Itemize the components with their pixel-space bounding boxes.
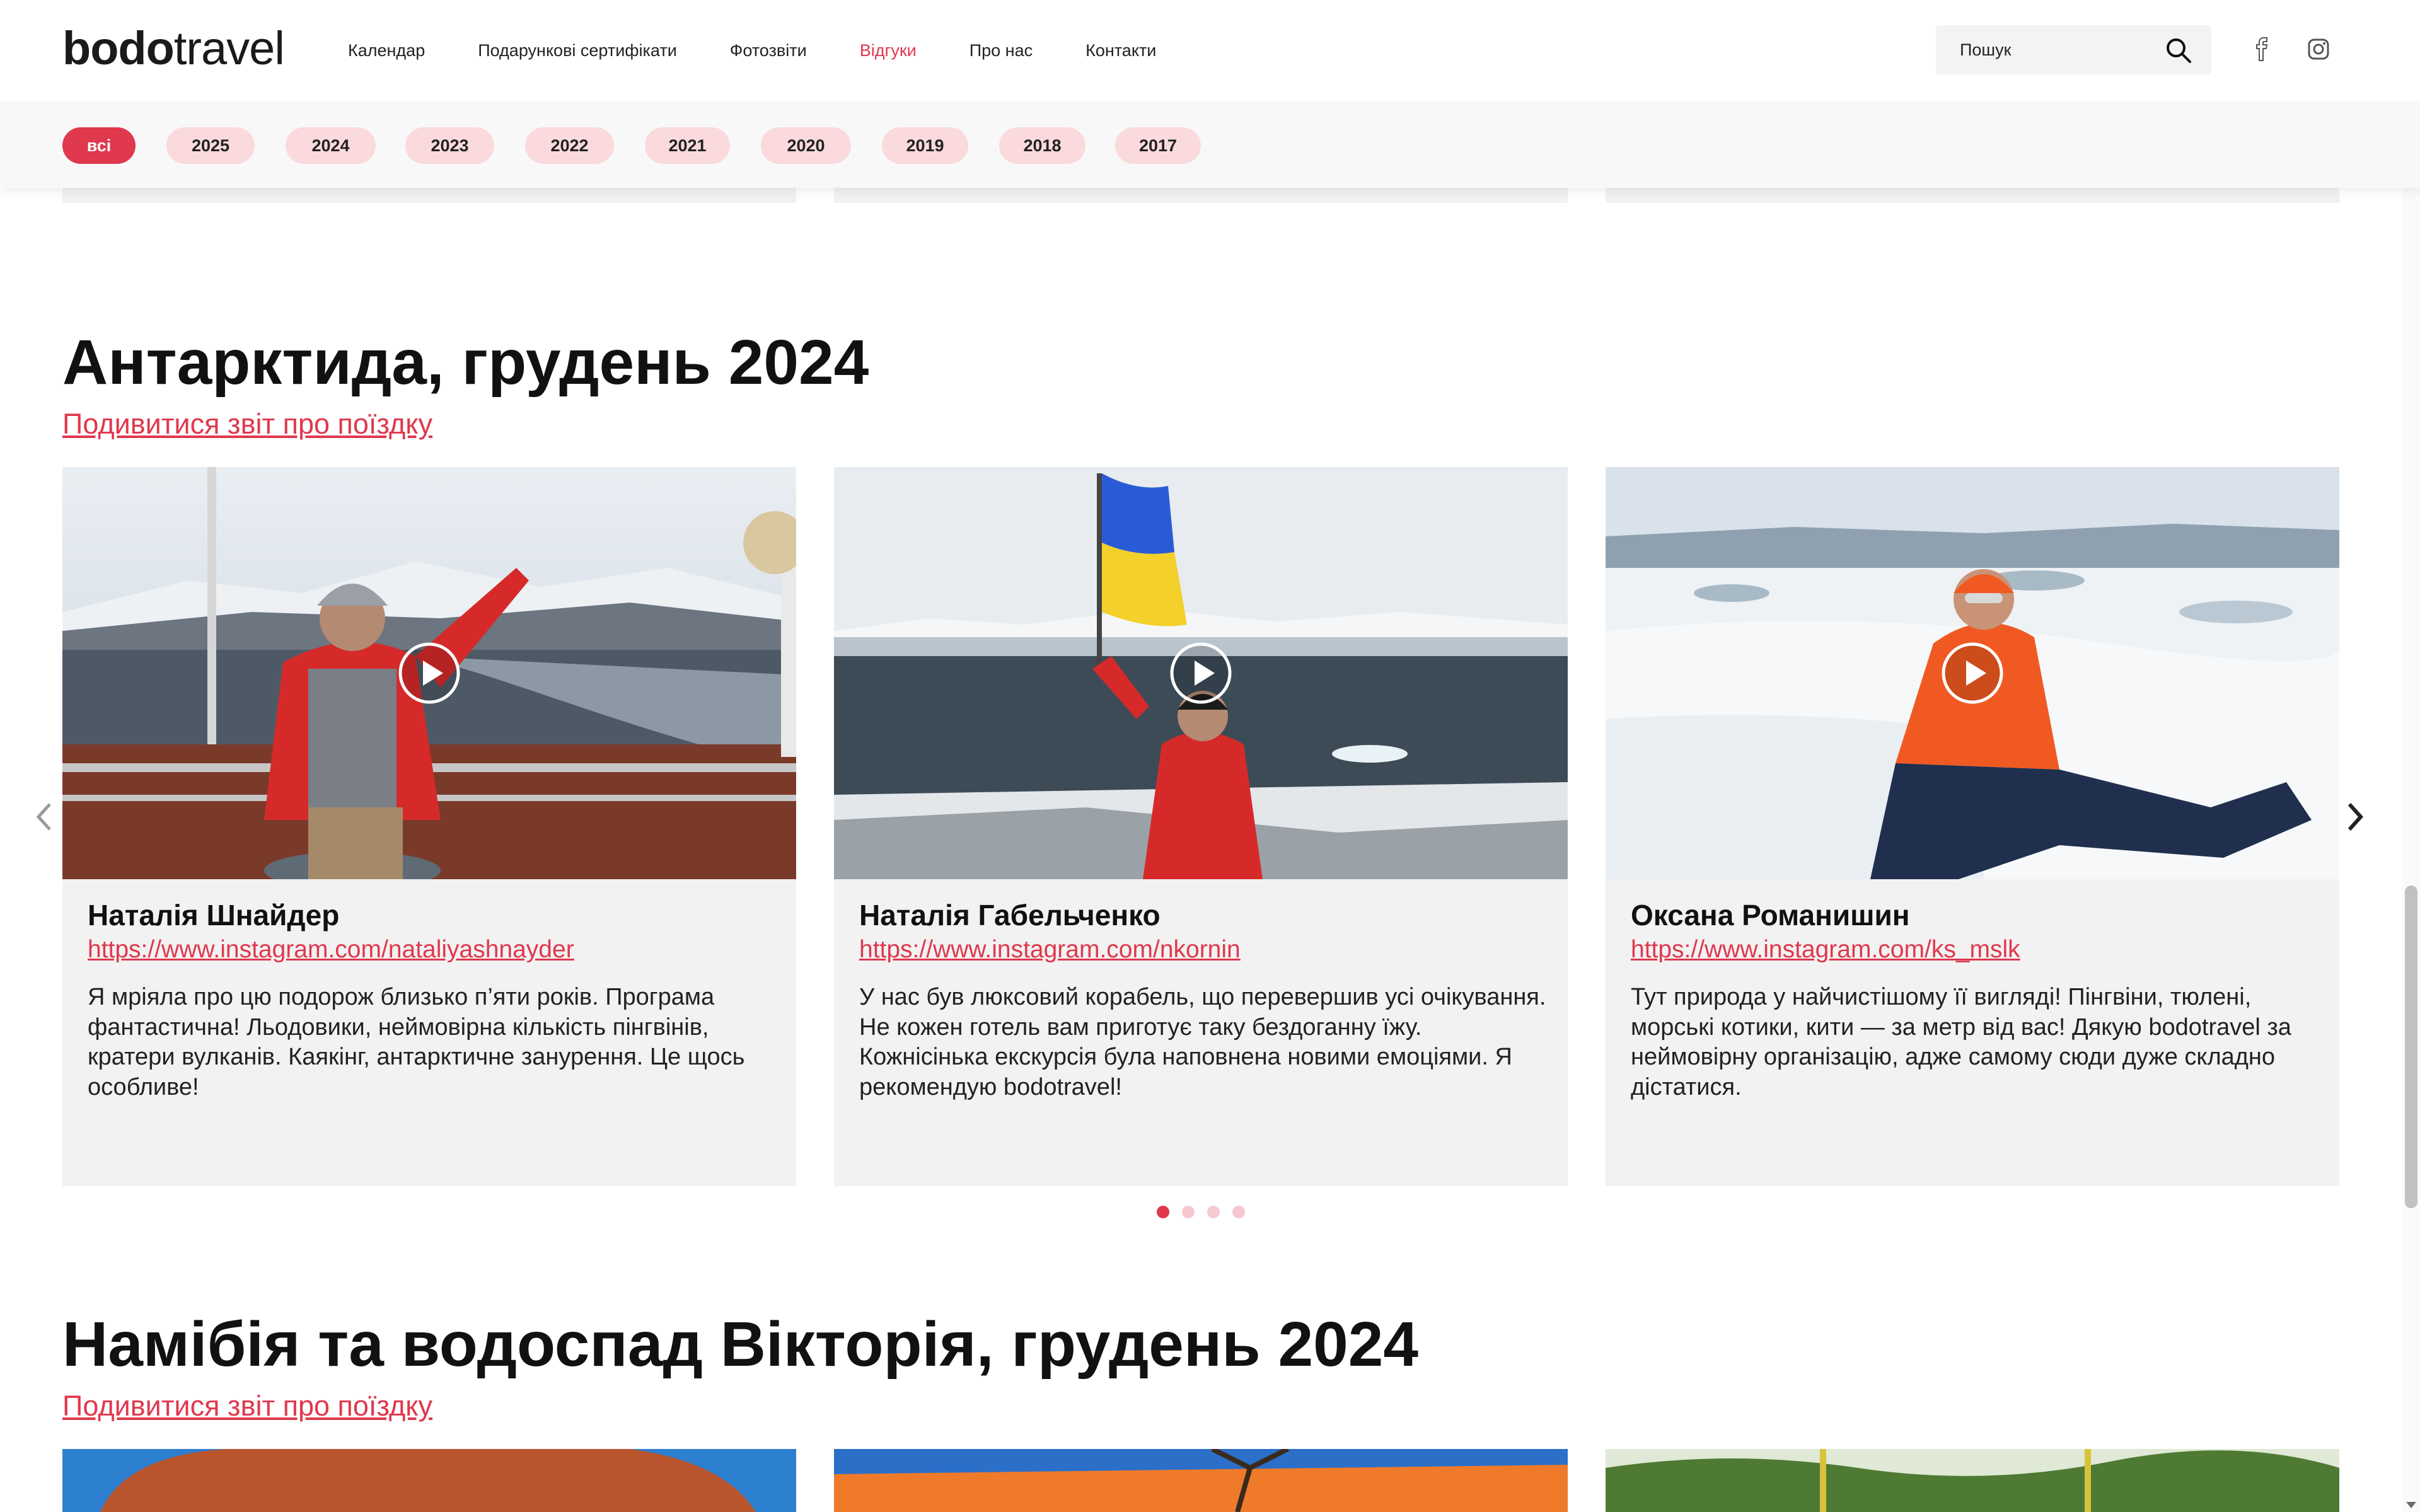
trip-report-link[interactable]: Подивитися звіт про поїздку	[62, 407, 432, 442]
review-text: Я мріяла про цю подорож близько п’яти ро…	[88, 984, 745, 1100]
nav-about[interactable]: Про нас	[970, 37, 1033, 64]
previous-card-edge	[1606, 188, 2339, 203]
review-photo[interactable]	[834, 1449, 1568, 1512]
slider-dot[interactable]	[1157, 1206, 1169, 1218]
filter-2025[interactable]: 2025	[166, 127, 255, 164]
filter-2017[interactable]: 2017	[1115, 127, 1201, 164]
filter-all[interactable]: всі	[62, 127, 136, 164]
play-icon[interactable]	[1169, 642, 1232, 705]
review-card: Оксана Романишин https://www.instagram.c…	[1606, 467, 2339, 1186]
reviewer-name: Наталія Шнайдер	[88, 899, 340, 932]
main-nav: Календар Подарункові сертифікати Фотозві…	[348, 37, 1156, 64]
slider-next-arrow[interactable]	[2342, 798, 2367, 836]
filter-2020[interactable]: 2020	[761, 127, 851, 164]
slider-dot[interactable]	[1182, 1206, 1195, 1218]
nav-contacts[interactable]: Контакти	[1086, 37, 1156, 64]
reviewer-name: Наталія Габельченко	[859, 899, 1161, 932]
slider-dot[interactable]	[1232, 1206, 1245, 1218]
reviewer-name: Оксана Романишин	[1631, 899, 1910, 932]
review-text: У нас був люксовий корабель, що переверш…	[859, 984, 1546, 1100]
previous-card-edge	[834, 188, 1568, 203]
review-card: Наталія Габельченко https://www.instagra…	[834, 467, 1568, 1186]
reviewer-instagram-link[interactable]: https://www.instagram.com/nataliyashnayd…	[88, 935, 574, 965]
play-icon[interactable]	[1941, 642, 2004, 705]
review-card: Наталія Шнайдер https://www.instagram.co…	[62, 467, 796, 1186]
previous-card-edge	[62, 188, 796, 203]
nav-reviews[interactable]: Відгуки	[860, 37, 917, 64]
slider-dot[interactable]	[1207, 1206, 1220, 1218]
trip-report-link[interactable]: Подивитися звіт про поїздку	[62, 1388, 432, 1424]
filter-2022[interactable]: 2022	[525, 127, 614, 164]
nav-gift-certificates[interactable]: Подарункові сертифікати	[478, 37, 677, 64]
play-icon[interactable]	[398, 642, 461, 705]
reviewer-instagram-link[interactable]: https://www.instagram.com/ks_mslk	[1631, 935, 2020, 965]
scrollbar-track[interactable]	[2402, 0, 2420, 1512]
nav-photo-reports[interactable]: Фотозвіти	[730, 37, 807, 64]
site-header: bodotravel Календар Подарункові сертифік…	[0, 0, 2420, 101]
slider-pagination	[1157, 1206, 1245, 1218]
reviewer-instagram-link[interactable]: https://www.instagram.com/nkornin	[859, 935, 1241, 965]
filter-2024[interactable]: 2024	[286, 127, 376, 164]
logo[interactable]: bodotravel	[62, 20, 285, 77]
filter-2023[interactable]: 2023	[405, 127, 494, 164]
review-text: Тут природа у найчистішому її вигляді! П…	[1631, 984, 2291, 1100]
slider-prev-arrow[interactable]	[32, 798, 57, 836]
section-title: Намібія та водоспад Вікторія, грудень 20…	[62, 1309, 1419, 1380]
year-filter-bar: всі 2025 2024 2023 2022 2021 2020 2019 2…	[0, 101, 2420, 188]
search-input[interactable]	[1959, 35, 2163, 64]
scrollbar-thumb[interactable]	[2405, 886, 2417, 1208]
search-box	[1936, 25, 2211, 74]
filter-2018[interactable]: 2018	[999, 127, 1086, 164]
search-icon[interactable]	[2165, 37, 2192, 64]
filter-2019[interactable]: 2019	[882, 127, 968, 164]
instagram-icon[interactable]	[2306, 37, 2331, 62]
review-photo[interactable]	[62, 1449, 796, 1512]
review-photo[interactable]	[1606, 1449, 2339, 1512]
filter-2021[interactable]: 2021	[645, 127, 730, 164]
section-title: Антарктида, грудень 2024	[62, 327, 869, 398]
scroll-down-arrow-icon[interactable]	[2405, 1501, 2417, 1509]
facebook-icon[interactable]	[2249, 37, 2274, 62]
nav-calendar[interactable]: Календар	[348, 37, 425, 64]
